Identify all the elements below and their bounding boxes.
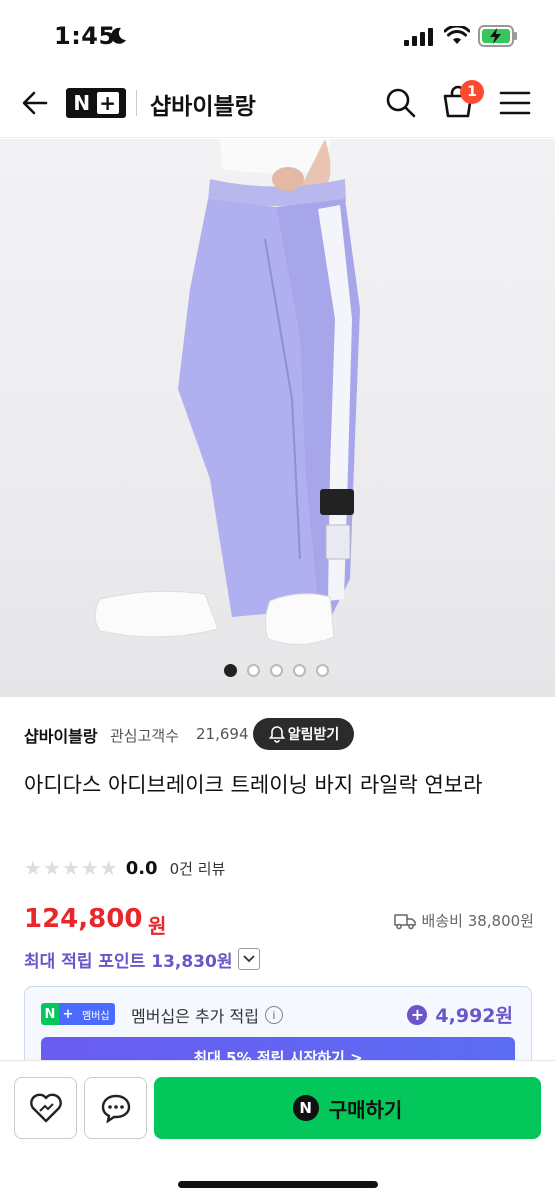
home-indicator — [178, 1181, 378, 1188]
signal-icon — [404, 28, 433, 46]
carousel-dot[interactable] — [224, 664, 237, 677]
seller-row: 샵바이블랑 관심고객수 21,694 알림받기 — [24, 718, 534, 754]
product-title: 아디다스 아디브레이크 트레이닝 바지 라일락 연보라 — [24, 773, 483, 797]
get-notifications-label: 알림받기 — [287, 727, 340, 743]
product-image[interactable] — [0, 139, 555, 697]
naver-plus-logo[interactable]: N + — [66, 88, 126, 118]
cart-count-badge: 1 — [460, 80, 484, 104]
search-icon[interactable] — [384, 86, 418, 120]
carousel-dot[interactable] — [293, 664, 306, 677]
membership-label: 멤버십은 추가 적립 i — [131, 1003, 283, 1027]
store-name[interactable]: 샵바이블랑 — [150, 87, 256, 121]
buy-now-button[interactable]: N 구매하기 — [154, 1077, 541, 1139]
membership-points: + 4,992원 — [407, 1001, 513, 1028]
heart-icon — [29, 1093, 62, 1123]
carousel-dot[interactable] — [247, 664, 260, 677]
price-unit: 원 — [148, 914, 167, 938]
logo-n: N — [73, 91, 91, 115]
star-icon: ★ — [42, 856, 61, 880]
status-time: 1:45 — [54, 22, 116, 50]
review-count[interactable]: 0건 리뷰 — [170, 858, 226, 879]
app-header: N + 샵바이블랑 1 — [0, 70, 555, 138]
image-carousel-dots — [224, 664, 329, 677]
followers-count: 21,694 — [196, 725, 249, 743]
carousel-dot[interactable] — [270, 664, 283, 677]
talk-button[interactable] — [84, 1077, 147, 1139]
badge-text: 멤버십 — [77, 1003, 115, 1025]
chevron-down-icon[interactable] — [238, 948, 261, 970]
header-divider — [136, 90, 137, 116]
max-points-text: 최대 적립 포인트 13,830원 — [24, 951, 233, 972]
buy-now-label: 구매하기 — [328, 1097, 403, 1122]
membership-points-value: 4,992원 — [435, 1005, 513, 1027]
moon-icon — [111, 27, 126, 44]
rating-score: 0.0 — [125, 857, 158, 879]
star-icon: ★ — [80, 856, 99, 880]
rating-stars: ★ ★ ★ ★ ★ — [24, 858, 118, 878]
rating-row[interactable]: ★ ★ ★ ★ ★ 0.0 0건 리뷰 — [24, 856, 225, 880]
chat-bubble-icon — [101, 1094, 130, 1123]
battery-icon — [478, 25, 517, 47]
logo-plus: + — [96, 92, 119, 114]
followers-label: 관심고객수 — [110, 727, 180, 745]
shipping-info: 배송비 38,800원 — [393, 910, 534, 931]
naver-pay-icon: N — [292, 1095, 319, 1121]
seller-name[interactable]: 샵바이블랑 — [24, 723, 98, 747]
carousel-dot[interactable] — [316, 664, 329, 677]
price-row: 124,800 원 배송비 38,800원 — [24, 904, 534, 938]
star-icon: ★ — [99, 856, 118, 880]
shipping-fee: 배송비 38,800원 — [421, 912, 534, 930]
badge-plus: + — [59, 1003, 77, 1025]
membership-label-text: 멤버십은 추가 적립 — [131, 1007, 259, 1026]
status-bar: 1:45 — [0, 0, 555, 70]
info-icon[interactable]: i — [264, 1006, 283, 1024]
star-icon: ★ — [61, 856, 80, 880]
star-icon: ★ — [24, 856, 42, 880]
wifi-icon — [444, 26, 470, 44]
wishlist-button[interactable] — [14, 1077, 77, 1139]
product-price: 124,800 — [24, 904, 143, 934]
max-points-row[interactable]: 최대 적립 포인트 13,830원 — [24, 945, 261, 973]
bottom-action-bar: N 구매하기 — [0, 1060, 555, 1200]
plus-circle-icon: + — [407, 1004, 428, 1025]
product-photo-illustration — [94, 139, 360, 646]
badge-n: N — [41, 1003, 59, 1025]
hamburger-menu-icon[interactable] — [498, 88, 532, 118]
membership-badge: N + 멤버십 — [41, 1003, 115, 1025]
back-arrow-icon[interactable] — [18, 86, 52, 120]
bell-plus-icon — [268, 726, 285, 743]
truck-icon — [393, 913, 416, 929]
get-notifications-button[interactable]: 알림받기 — [253, 718, 354, 750]
